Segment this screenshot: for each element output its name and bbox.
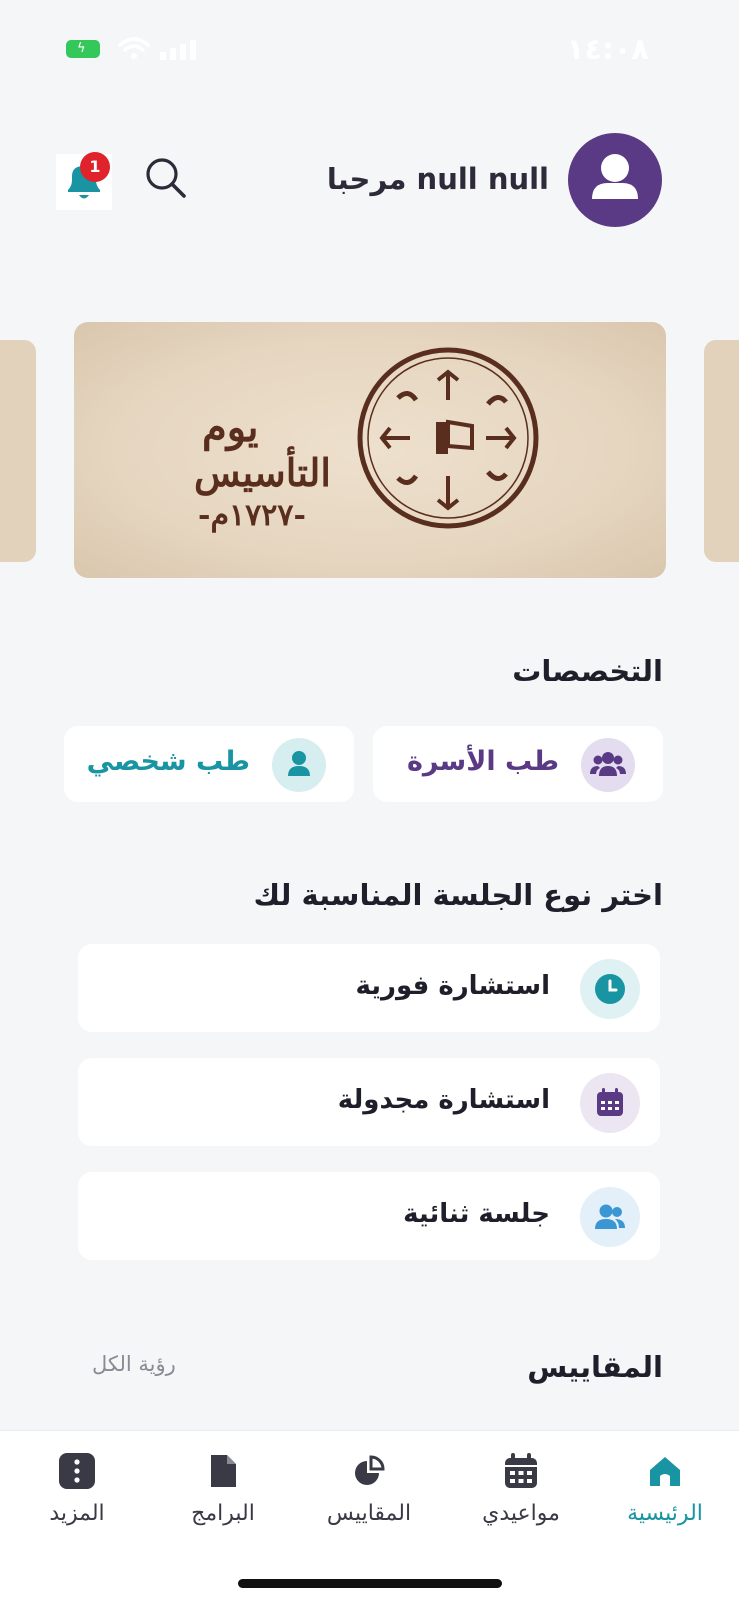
tab-label: البرامج (191, 1501, 255, 1526)
notifications-button[interactable]: 1 (56, 152, 112, 210)
banner-carousel[interactable]: يوم التأسيس -١٧٢٧م- (0, 322, 739, 580)
tab-more[interactable]: المزيد (12, 1451, 142, 1551)
tab-label: مواعيدي (482, 1501, 560, 1526)
specialty-icon-circle (581, 738, 635, 792)
document-icon (211, 1455, 236, 1487)
signal-icon (160, 40, 196, 60)
tab-label: الرئيسية (627, 1501, 703, 1526)
person-icon (288, 751, 310, 776)
session-label: استشارة فورية (355, 971, 550, 1001)
see-all-link[interactable]: رؤية الكل (92, 1352, 176, 1376)
banner-slide-previous[interactable] (0, 340, 36, 562)
notification-badge: 1 (80, 152, 110, 182)
specialty-card-personal-medicine[interactable]: طب شخصي (64, 726, 354, 802)
wifi-icon (118, 37, 150, 59)
home-indicator[interactable] (238, 1579, 502, 1588)
status-time: ١٤:٠٨ (566, 32, 649, 66)
bottom-tab-bar: الرئيسية مواعيدي المقاييس البرامج المزيد (0, 1430, 739, 1600)
session-icon-circle (580, 1073, 640, 1133)
banner-title-line1: يوم (202, 404, 259, 451)
battery-icon: ϟ (66, 40, 100, 58)
tab-programs[interactable]: البرامج (158, 1451, 288, 1551)
tab-label: المزيد (49, 1501, 105, 1526)
user-icon (592, 154, 638, 199)
session-card-instant[interactable]: استشارة فورية (78, 944, 660, 1032)
pie-chart-icon (355, 1455, 385, 1485)
session-label: جلسة ثنائية (403, 1199, 550, 1229)
tab-measures[interactable]: المقاييس (304, 1451, 434, 1551)
session-icon-circle (580, 959, 640, 1019)
calendar-icon (597, 1088, 623, 1116)
sessions-title: اختر نوع الجلسة المناسبة لك (253, 878, 663, 912)
session-card-scheduled[interactable]: استشارة مجدولة (78, 1058, 660, 1146)
calendar-icon (505, 1453, 537, 1488)
home-icon (650, 1457, 680, 1486)
users-icon (595, 1204, 625, 1229)
specialty-label: طب شخصي (86, 746, 250, 777)
banner-title-line2: التأسيس (194, 450, 331, 495)
banner-slide[interactable]: يوم التأسيس -١٧٢٧م- (74, 322, 666, 578)
status-bar: ϟ ١٤:٠٨ (0, 28, 739, 68)
family-icon (590, 752, 626, 776)
tab-appointments[interactable]: مواعيدي (456, 1451, 586, 1551)
session-icon-circle (580, 1187, 640, 1247)
founding-day-seal-icon (357, 347, 539, 529)
specialty-icon-circle (272, 738, 326, 792)
tab-home[interactable]: الرئيسية (600, 1451, 730, 1551)
session-card-dual[interactable]: جلسة ثنائية (78, 1172, 660, 1260)
more-icon (59, 1453, 95, 1489)
measures-title: المقاييس (527, 1350, 663, 1384)
specialty-label: طب الأسرة (406, 746, 559, 777)
banner-slide-next[interactable] (704, 340, 739, 562)
banner-year: -١٧٢٧م- (198, 498, 306, 533)
specialties-title: التخصصات (512, 654, 663, 688)
tab-label: المقاييس (326, 1501, 412, 1526)
home-header: null null مرحبا 1 (0, 130, 739, 230)
avatar[interactable] (568, 133, 662, 227)
clock-icon (595, 974, 625, 1004)
specialty-card-family-medicine[interactable]: طب الأسرة (373, 726, 663, 802)
session-label: استشارة مجدولة (337, 1085, 550, 1115)
search-button[interactable] (142, 154, 192, 204)
search-icon (146, 158, 186, 198)
greeting-text: null null مرحبا (326, 162, 549, 196)
